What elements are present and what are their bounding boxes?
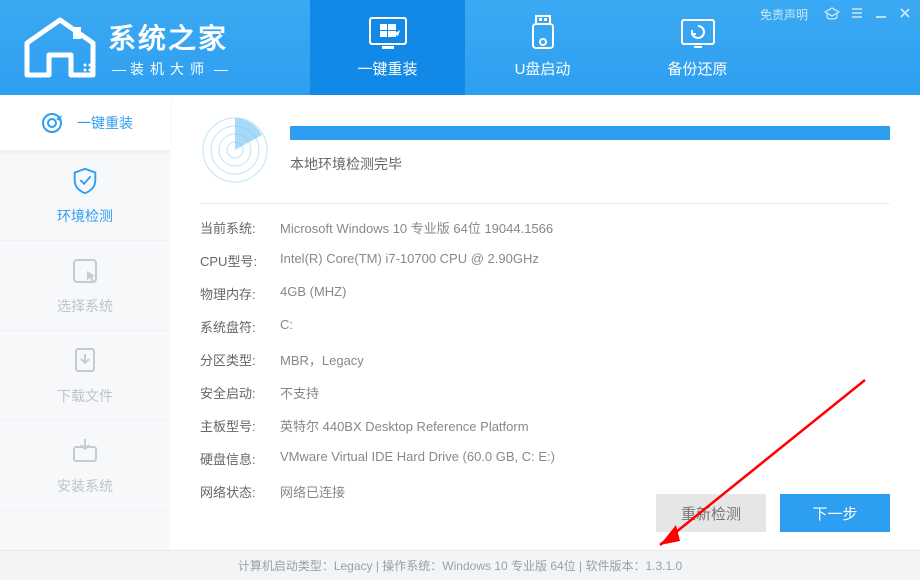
status-bar: 计算机启动类型：Legacy | 操作系统：Windows 10 专业版 64位… <box>0 550 920 580</box>
info-row-memory: 物理内存:4GB (MHZ) <box>200 284 890 303</box>
progress-box: 本地环境检测完毕 <box>290 126 890 174</box>
info-value: Intel(R) Core(TM) i7-10700 CPU @ 2.90GHz <box>280 251 539 270</box>
progress-bar <box>290 126 890 140</box>
install-icon <box>70 436 100 466</box>
info-row-secureboot: 安全启动:不支持 <box>200 383 890 402</box>
house-logo-icon <box>20 13 100 83</box>
system-info-list: 当前系统:Microsoft Windows 10 专业版 64位 19044.… <box>200 203 890 501</box>
tab-backup-restore[interactable]: 备份还原 <box>620 0 775 95</box>
disclaimer-link[interactable]: 免责声明 <box>760 6 808 23</box>
footer-text: 计算机启动类型：Legacy | 操作系统：Windows 10 专业版 64位… <box>238 557 682 574</box>
tab-label: 一键重装 <box>357 58 417 79</box>
top-tabs: 一键重装 U盘启动 备份还原 <box>310 0 775 95</box>
logo-subtitle: 装机大师 <box>108 59 232 79</box>
detection-status-text: 本地环境检测完毕 <box>290 154 890 174</box>
download-icon <box>70 346 100 376</box>
sidebar-item-install[interactable]: 安装系统 <box>0 421 170 511</box>
progress-row: 本地环境检测完毕 <box>200 115 890 185</box>
info-value: 不支持 <box>280 383 319 402</box>
tab-label: U盘启动 <box>515 58 571 79</box>
info-value: MBR，Legacy <box>280 350 364 369</box>
info-label: 分区类型: <box>200 350 280 369</box>
windows-reinstall-icon <box>368 16 408 50</box>
app-header: 系统之家 装机大师 一键重装 U盘启动 备份还原 免责声明 <box>0 0 920 95</box>
graduation-icon[interactable] <box>824 6 840 23</box>
info-label: 主板型号: <box>200 416 280 435</box>
close-icon[interactable] <box>898 6 912 23</box>
minimize-icon[interactable] <box>874 6 888 23</box>
sidebar: 一键重装 环境检测 选择系统 下载文件 安装系统 <box>0 95 170 550</box>
body-area: 一键重装 环境检测 选择系统 下载文件 安装系统 <box>0 95 920 550</box>
menu-icon[interactable] <box>850 6 864 23</box>
logo-area: 系统之家 装机大师 <box>0 13 300 83</box>
shield-check-icon <box>70 166 100 196</box>
info-value: 网络已连接 <box>280 482 345 501</box>
backup-icon <box>678 16 718 50</box>
info-label: CPU型号: <box>200 251 280 270</box>
window-controls: 免责声明 <box>760 6 912 23</box>
tab-usb-boot[interactable]: U盘启动 <box>465 0 620 95</box>
info-value: VMware Virtual IDE Hard Drive (60.0 GB, … <box>280 449 555 468</box>
radar-icon <box>200 115 270 185</box>
info-row-motherboard: 主板型号:英特尔 440BX Desktop Reference Platfor… <box>200 416 890 435</box>
select-icon <box>70 256 100 286</box>
info-label: 安全启动: <box>200 383 280 402</box>
sidebar-item-reinstall[interactable]: 一键重装 <box>0 95 170 151</box>
recheck-button[interactable]: 重新检测 <box>656 494 766 532</box>
info-label: 当前系统: <box>200 218 280 237</box>
info-row-os: 当前系统:Microsoft Windows 10 专业版 64位 19044.… <box>200 218 890 237</box>
info-row-disk: 硬盘信息:VMware Virtual IDE Hard Drive (60.0… <box>200 449 890 468</box>
sidebar-item-label: 环境检测 <box>57 206 113 226</box>
info-value: 4GB (MHZ) <box>280 284 346 303</box>
main-panel: 本地环境检测完毕 当前系统:Microsoft Windows 10 专业版 6… <box>170 95 920 550</box>
tab-label: 备份还原 <box>667 58 727 79</box>
info-value: 英特尔 440BX Desktop Reference Platform <box>280 416 529 435</box>
sidebar-item-label: 安装系统 <box>57 476 113 496</box>
logo-text: 系统之家 装机大师 <box>108 17 232 79</box>
info-value: C: <box>280 317 293 336</box>
usb-icon <box>523 16 563 50</box>
info-label: 物理内存: <box>200 284 280 303</box>
sidebar-item-select-system[interactable]: 选择系统 <box>0 241 170 331</box>
target-icon <box>37 108 67 138</box>
sidebar-item-label: 下载文件 <box>57 386 113 406</box>
info-value: Microsoft Windows 10 专业版 64位 19044.1566 <box>280 218 553 237</box>
sidebar-item-label: 选择系统 <box>57 296 113 316</box>
sidebar-item-download[interactable]: 下载文件 <box>0 331 170 421</box>
action-buttons: 重新检测 下一步 <box>656 494 890 532</box>
info-label: 硬盘信息: <box>200 449 280 468</box>
info-label: 网络状态: <box>200 482 280 501</box>
info-label: 系统盘符: <box>200 317 280 336</box>
next-button[interactable]: 下一步 <box>780 494 890 532</box>
info-row-cpu: CPU型号:Intel(R) Core(TM) i7-10700 CPU @ 2… <box>200 251 890 270</box>
info-row-drive: 系统盘符:C: <box>200 317 890 336</box>
tab-reinstall[interactable]: 一键重装 <box>310 0 465 95</box>
logo-title: 系统之家 <box>108 17 232 57</box>
sidebar-item-label: 一键重装 <box>77 113 133 133</box>
sidebar-item-env-check[interactable]: 环境检测 <box>0 151 170 241</box>
info-row-partition: 分区类型:MBR，Legacy <box>200 350 890 369</box>
